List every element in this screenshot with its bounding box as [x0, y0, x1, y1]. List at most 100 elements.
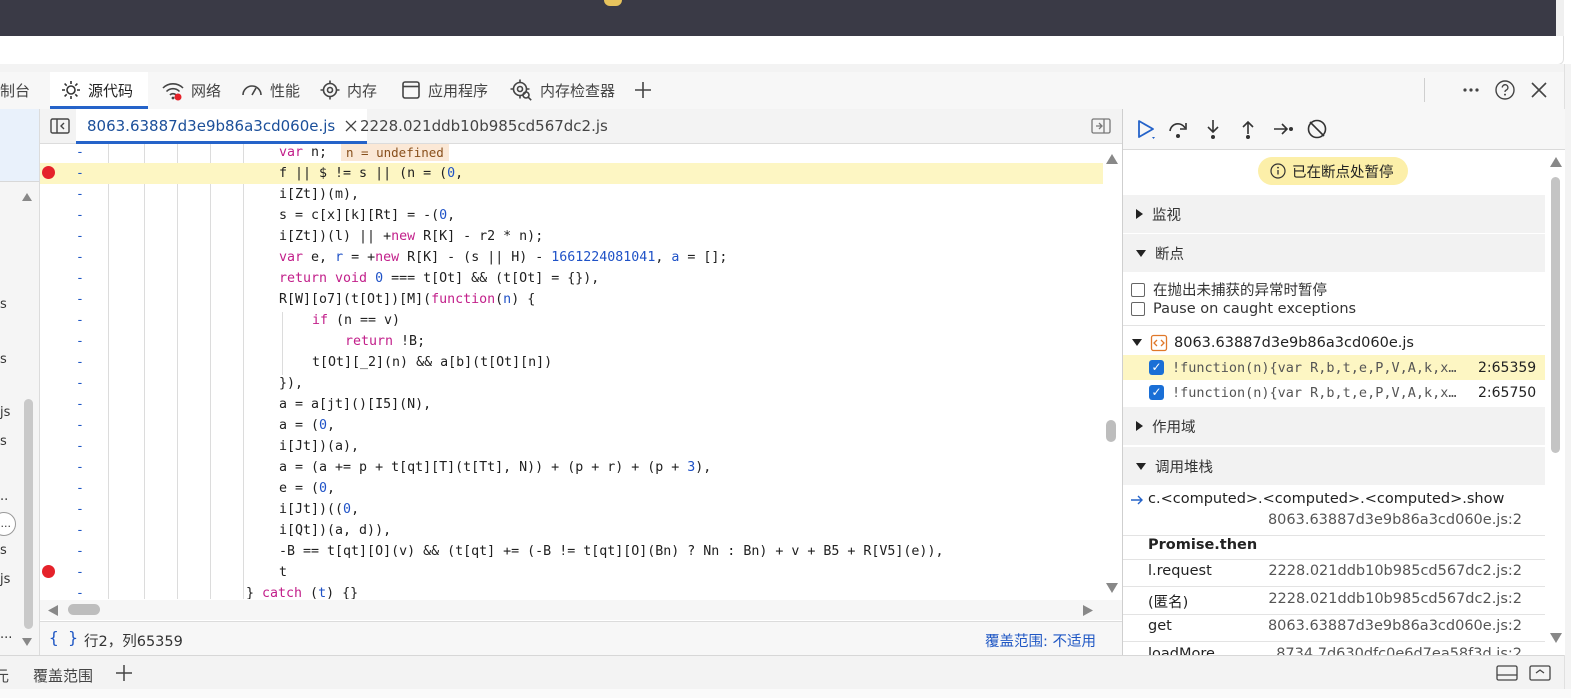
line-gutter-mark[interactable]: -	[76, 415, 84, 436]
line-gutter-mark[interactable]: -	[76, 562, 84, 583]
triangle-right-icon[interactable]	[1083, 605, 1093, 616]
call-frame[interactable]: l.request 2228.021ddb10b985cd567dc2.js:2	[1123, 559, 1545, 587]
toggle-navigator-button[interactable]	[50, 118, 70, 138]
editor-scroll-up[interactable]	[1106, 152, 1118, 168]
navigator-scrollbar[interactable]	[24, 399, 33, 629]
tab-network[interactable]: 网络	[161, 72, 221, 108]
tab-memory[interactable]: 内存	[319, 72, 377, 108]
line-gutter-mark[interactable]: -	[76, 457, 84, 478]
pretty-print-button[interactable]: { }	[49, 628, 78, 647]
help-button[interactable]	[1492, 72, 1518, 108]
deactivate-breakpoints-button[interactable]	[1303, 115, 1331, 143]
line-gutter-mark[interactable]: -	[76, 226, 84, 247]
code-line[interactable]: - a = (0,	[40, 415, 1103, 436]
triangle-left-icon[interactable]	[48, 605, 58, 616]
line-gutter-mark[interactable]: -	[76, 247, 84, 268]
coverage-link[interactable]: 覆盖范围: 不适用	[985, 630, 1096, 651]
code-line[interactable]: - s = c[x][k][Rt] = -(0,	[40, 205, 1103, 226]
breakpoint-file-group[interactable]: 8063.63887d3e9b86a3cd060e.js	[1123, 330, 1545, 355]
section-scope[interactable]: 作用域	[1123, 407, 1545, 445]
line-gutter-mark[interactable]: -	[76, 289, 84, 310]
code-line-current[interactable]: - f || $ != s || (n = (0,	[40, 163, 1103, 184]
close-tab-icon[interactable]	[345, 120, 357, 132]
tab-performance[interactable]: 性能	[240, 72, 300, 108]
pause-caught-checkbox[interactable]: Pause on caught exceptions	[1131, 301, 1356, 317]
code-line[interactable]: - if (n == v)	[40, 310, 1103, 331]
section-call-stack[interactable]: 调用堆栈	[1123, 447, 1545, 485]
code-line[interactable]: - R[W][o7](t[Ot])[M](function(n) {	[40, 289, 1103, 310]
tab-application[interactable]: 应用程序	[400, 72, 488, 108]
more-tools-button[interactable]	[630, 72, 656, 108]
code-line[interactable]: - a = (a += p + t[qt][T](t[Tt], N)) + (p …	[40, 457, 1103, 478]
plus-icon[interactable]	[115, 664, 133, 682]
call-frame[interactable]: (匿名) 2228.021ddb10b985cd567dc2.js:2	[1123, 587, 1545, 615]
resume-button[interactable]	[1131, 115, 1159, 143]
toggle-debugger-button[interactable]	[1091, 118, 1111, 138]
code-line[interactable]: - a = a[jt]()[I5](N),	[40, 394, 1103, 415]
code-line[interactable]: - i[Zt])(l) || +new R[K] - r2 * n);	[40, 226, 1103, 247]
code-line[interactable]: - return !B;	[40, 331, 1103, 352]
code-editor[interactable]: - var n; n = undefined - f || $ != s || (n =…	[40, 144, 1122, 599]
drawer-tab-coverage[interactable]: 覆盖范围	[33, 665, 93, 686]
tab-sources[interactable]: 源代码	[50, 72, 149, 109]
close-devtools-button[interactable]	[1526, 72, 1552, 108]
breakpoint-marker-icon[interactable]	[42, 565, 55, 578]
navigator-overflow-button[interactable]: ...	[0, 512, 16, 536]
tab-file-2228[interactable]: 2228.021ddb10b985cd567dc2.js	[360, 109, 608, 143]
code-line[interactable]: - i[Jt])((0,	[40, 499, 1103, 520]
line-gutter-mark[interactable]: -	[76, 331, 84, 352]
code-line[interactable]: - var n; n = undefined	[40, 144, 1103, 163]
code-line[interactable]: - i[Jt])(a),	[40, 436, 1103, 457]
line-gutter-mark[interactable]: -	[76, 310, 84, 331]
tab-memory-inspector[interactable]: 内存检查器	[508, 72, 615, 108]
checkbox-box[interactable]	[1131, 282, 1145, 297]
dock-drawer-icon[interactable]	[1496, 664, 1518, 682]
step-over-button[interactable]	[1164, 115, 1192, 143]
code-line[interactable]: - -B == t[qt][O](v) && (t[qt] += (-B != t…	[40, 541, 1103, 562]
pause-uncaught-checkbox[interactable]: 在抛出未捕获的异常时暂停	[1131, 279, 1327, 300]
tab-file-8063[interactable]: 8063.63887d3e9b86a3cd060e.js	[76, 109, 368, 144]
line-gutter-mark[interactable]: -	[76, 541, 84, 562]
editor-scroll-down[interactable]	[1106, 581, 1118, 597]
call-frame[interactable]: loadMore 8734.7d630dfc0e6d7ea58f3d.js:2	[1123, 642, 1545, 655]
line-gutter-mark[interactable]: -	[76, 499, 84, 520]
code-line[interactable]: - i[Zt])(m),	[40, 184, 1103, 205]
line-gutter-mark[interactable]: -	[76, 583, 84, 599]
code-line[interactable]: - e = (0,	[40, 478, 1103, 499]
debugger-scroll-thumb[interactable]	[1551, 177, 1560, 453]
code-line[interactable]: - t[Ot][_2](n) && a[b](t[Ot][n])	[40, 352, 1103, 373]
section-breakpoints[interactable]: 断点	[1123, 234, 1545, 272]
code-line[interactable]: - return void 0 === t[Ot] && (t[Ot] = {})…	[40, 268, 1103, 289]
line-gutter-mark[interactable]: -	[76, 394, 84, 415]
line-gutter-mark[interactable]: -	[76, 268, 84, 289]
expand-drawer-icon[interactable]	[1529, 664, 1551, 682]
line-gutter-mark[interactable]: -	[76, 436, 84, 457]
checkbox-checked-icon[interactable]: ✓	[1149, 360, 1164, 375]
breakpoint-marker-icon[interactable]	[42, 166, 55, 179]
line-gutter-mark[interactable]: -	[76, 352, 84, 373]
line-gutter-mark[interactable]: -	[76, 205, 84, 226]
line-gutter-mark[interactable]: -	[76, 184, 84, 205]
code-line[interactable]: - var e, r = +new R[K] - (s || H) - 16612…	[40, 247, 1103, 268]
step-out-button[interactable]	[1234, 115, 1262, 143]
horizontal-scroll-thumb[interactable]	[68, 604, 100, 615]
code-line[interactable]: - i[Qt])(a, d)),	[40, 520, 1103, 541]
line-gutter-mark[interactable]: -	[76, 520, 84, 541]
section-watch[interactable]: 监视	[1123, 195, 1545, 233]
step-button[interactable]	[1269, 115, 1297, 143]
breakpoint-item[interactable]: ✓ !function(n){var R,b,t,e,P,V,A,k,x… 2:…	[1123, 380, 1545, 405]
code-line[interactable]: -t	[40, 562, 1103, 583]
line-gutter-mark[interactable]: -	[76, 373, 84, 394]
triangle-down-icon[interactable]	[1550, 633, 1562, 643]
breakpoint-item[interactable]: ✓ !function(n){var R,b,t,e,P,V,A,k,x… 2:…	[1123, 355, 1545, 380]
step-into-button[interactable]	[1199, 115, 1227, 143]
call-frame[interactable]: get 8063.63887d3e9b86a3cd060e.js:2	[1123, 614, 1545, 642]
navigator-scroll-up[interactable]	[22, 189, 32, 201]
line-gutter-mark[interactable]: -	[76, 478, 84, 499]
tab-console[interactable]: 制台	[0, 72, 30, 108]
line-gutter-mark[interactable]: -	[76, 163, 84, 184]
code-line[interactable]: -}),	[40, 373, 1103, 394]
checkbox-checked-icon[interactable]: ✓	[1149, 385, 1164, 400]
navigator-scroll-down[interactable]	[22, 634, 32, 646]
drawer-tab-elements[interactable]: 元	[0, 665, 9, 686]
